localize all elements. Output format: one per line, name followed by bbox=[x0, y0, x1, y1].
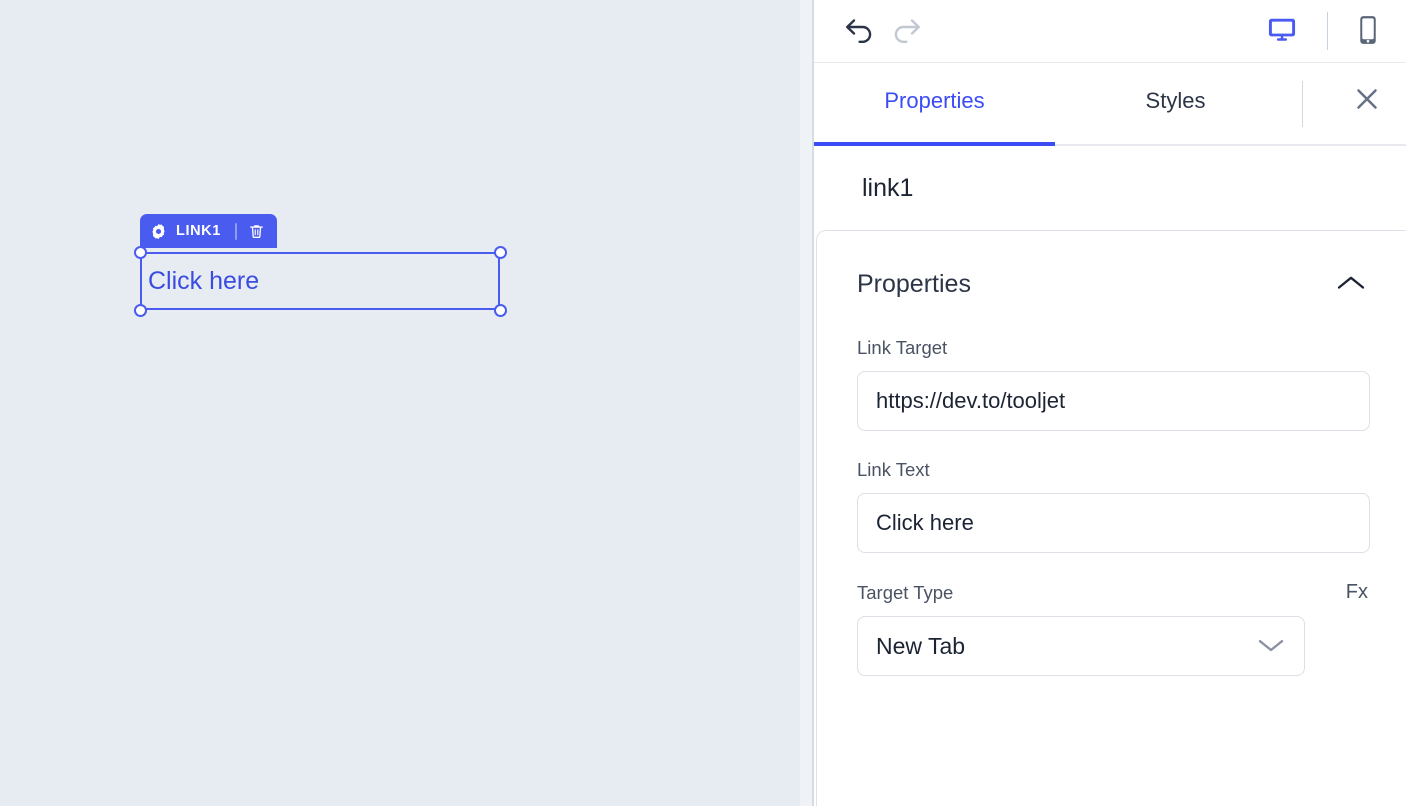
tab-styles-label: Styles bbox=[1145, 87, 1206, 113]
redo-arrow-icon bbox=[890, 15, 922, 48]
tabbar-vertical-divider bbox=[1302, 81, 1303, 127]
link-widget-box[interactable]: Click here bbox=[140, 252, 500, 310]
target-type-fx-button[interactable]: Fx bbox=[1344, 581, 1370, 604]
link-target-label-row: Link Target bbox=[857, 337, 1370, 359]
properties-section-header[interactable]: Properties bbox=[817, 231, 1406, 337]
link-text-input[interactable] bbox=[857, 493, 1370, 553]
collapse-properties-button[interactable] bbox=[1330, 268, 1372, 301]
chevron-down-icon bbox=[1256, 633, 1286, 660]
resize-handle-bottom-right[interactable] bbox=[494, 304, 507, 317]
toolbar-divider bbox=[1327, 12, 1328, 50]
close-x-icon bbox=[1352, 84, 1382, 117]
gear-icon[interactable] bbox=[150, 223, 167, 240]
desktop-monitor-icon bbox=[1265, 14, 1299, 49]
mobile-view-button[interactable] bbox=[1356, 14, 1380, 49]
properties-card: Properties Link Target https://dev.to/to… bbox=[816, 230, 1406, 806]
tab-properties-label: Properties bbox=[884, 87, 985, 113]
inspector-panel: Properties Styles link1 Properties Link … bbox=[814, 0, 1406, 806]
target-type-value: New Tab bbox=[876, 632, 966, 659]
inspector-tabbar: Properties Styles bbox=[814, 63, 1406, 146]
link-target-label: Link Target bbox=[857, 337, 948, 358]
target-type-label: Target Type bbox=[857, 581, 954, 603]
tabbar-tail bbox=[1296, 63, 1406, 146]
widget-badge-label: LINK1 bbox=[176, 222, 221, 239]
field-target-type: Target Type Fx New Tab bbox=[817, 581, 1406, 676]
link-widget-text[interactable]: Click here bbox=[142, 268, 259, 294]
badge-divider bbox=[234, 222, 237, 240]
resize-handle-bottom-left[interactable] bbox=[134, 304, 147, 317]
link-text-label: Link Text bbox=[857, 459, 930, 480]
widget-badge[interactable]: LINK1 bbox=[140, 214, 277, 248]
selected-widget-link1[interactable]: LINK1 Click here bbox=[134, 214, 507, 318]
properties-section-title: Properties bbox=[857, 269, 971, 298]
field-link-target: Link Target bbox=[817, 337, 1406, 431]
history-controls bbox=[814, 15, 922, 48]
tooljet-app-builder: LINK1 Click here Properties Styles link1… bbox=[0, 0, 1406, 806]
mobile-phone-icon bbox=[1356, 14, 1380, 49]
close-panel-button[interactable] bbox=[1352, 84, 1382, 117]
target-type-label-row: Target Type Fx bbox=[857, 581, 1370, 604]
undo-arrow-icon bbox=[844, 15, 876, 48]
canvas-gutter bbox=[800, 0, 812, 806]
resize-handle-top-left[interactable] bbox=[134, 246, 147, 259]
undo-button[interactable] bbox=[844, 15, 876, 48]
desktop-view-button[interactable] bbox=[1265, 14, 1299, 49]
target-type-select-wrap: New Tab bbox=[857, 616, 1305, 676]
tab-properties[interactable]: Properties bbox=[814, 63, 1055, 146]
trash-icon[interactable] bbox=[248, 222, 265, 240]
redo-button[interactable] bbox=[890, 15, 922, 48]
chevron-up-icon bbox=[1336, 274, 1366, 295]
canvas-area[interactable]: LINK1 Click here bbox=[0, 0, 800, 806]
component-name[interactable]: link1 bbox=[862, 174, 913, 203]
resize-handle-top-right[interactable] bbox=[494, 246, 507, 259]
link-text-label-row: Link Text bbox=[857, 459, 1370, 481]
editor-toolbar bbox=[814, 0, 1406, 63]
link-target-input[interactable] bbox=[857, 371, 1370, 431]
viewport-controls bbox=[1265, 12, 1406, 50]
field-link-text: Link Text bbox=[817, 459, 1406, 553]
target-type-select[interactable]: New Tab bbox=[857, 616, 1305, 676]
component-name-row: link1 bbox=[814, 146, 1406, 230]
tab-styles[interactable]: Styles bbox=[1055, 63, 1296, 146]
